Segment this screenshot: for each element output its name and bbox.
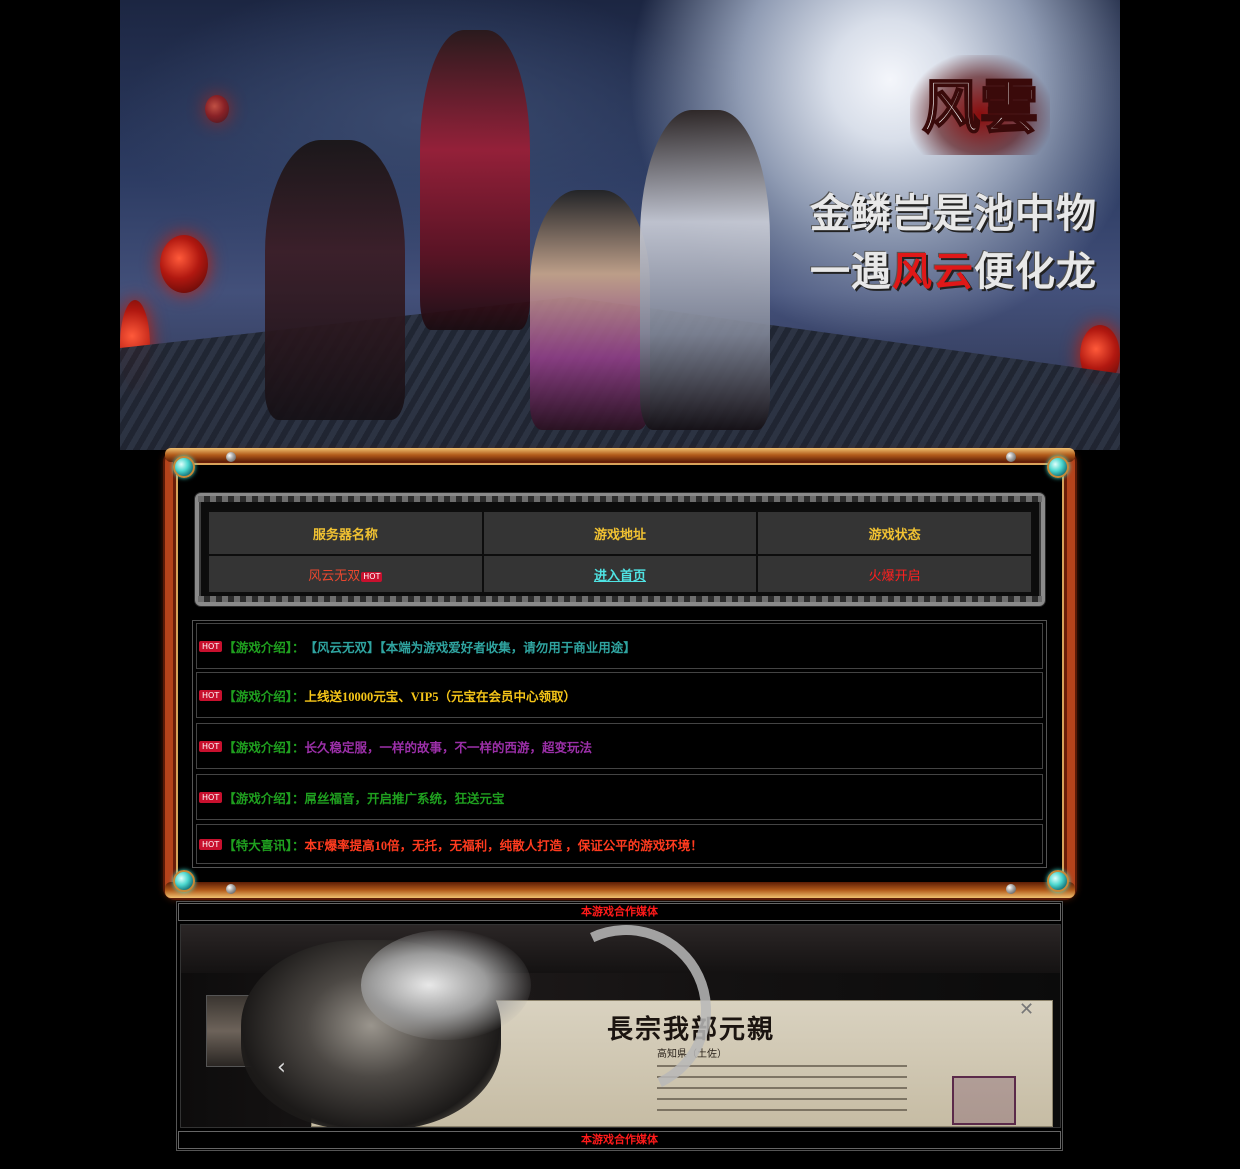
hero-figure-kneeling [530, 190, 650, 430]
gem-icon [173, 456, 195, 478]
news-tag: 【游戏介绍】： [223, 791, 305, 806]
hero-figure-red [420, 30, 530, 330]
hero-figure-left [265, 140, 405, 420]
news-text: 【风云无双】【本端为游戏爱好者收集，请勿用于商业用途】 [304, 640, 636, 655]
media-title-bottom: 本游戏合作媒体 [178, 1131, 1061, 1149]
news-text: 长久稳定服，一样的故事，不一样的西游，超变玩法 [304, 740, 592, 755]
server-status: 火爆开启 [868, 567, 921, 583]
panel-deco-top [198, 496, 1042, 502]
enter-homepage-link[interactable]: 进入首页 [594, 568, 646, 583]
news-text: 屌丝福音，开启推广系统，狂送元宝 [304, 791, 505, 806]
news-text: 本F爆率提高10倍，无托，无福利，纯散人打造 ，保证公平的游戏环境！ [304, 838, 703, 853]
hot-badge: HOT [199, 689, 223, 701]
banner-slogan: 金鳞岂是池中物 一遇风云便化龙 [810, 185, 1100, 301]
lantern-icon [160, 235, 208, 293]
gem-icon [1047, 456, 1069, 478]
hot-badge: HOT [199, 640, 223, 652]
news-tag: 【游戏介绍】： [223, 689, 305, 704]
server-status-cell: 火爆开启 [758, 556, 1031, 592]
header-server-name: 服务器名称 [209, 512, 482, 554]
news-tag: 【游戏介绍】： [223, 740, 305, 755]
stud-icon [226, 884, 236, 894]
stud-icon [1006, 452, 1016, 462]
server-table: 服务器名称 游戏地址 游戏状态 风云无双 HOT 进入首页 火爆开启 [207, 510, 1033, 594]
list-item: HOT 【游戏介绍】： 【风云无双】【本端为游戏爱好者收集，请勿用于商业用途】 [196, 623, 1043, 669]
list-item: HOT 【特大喜讯】： 本F爆率提高10倍，无托，无福利，纯散人打造 ，保证公平的游… [196, 824, 1043, 864]
close-icon[interactable]: ✕ [1019, 1001, 1034, 1019]
chevron-left-icon[interactable]: ‹ [277, 1055, 286, 1080]
hot-badge: HOT [199, 838, 223, 850]
list-item: HOT 【游戏介绍】： 长久稳定服，一样的故事，不一样的西游，超变玩法 [196, 723, 1043, 769]
list-item: HOT 【游戏介绍】： 上线送10000元宝、VIP5（元宝在会员中心领取） [196, 672, 1043, 718]
seal-icon [952, 1076, 1016, 1125]
server-table-header: 服务器名称 游戏地址 游戏状态 [209, 512, 1031, 554]
stud-icon [1006, 884, 1016, 894]
server-name: 风云无双 [308, 567, 361, 583]
header-game-status: 游戏状态 [758, 512, 1031, 554]
media-title-top: 本游戏合作媒体 [178, 903, 1061, 921]
game-logo: 风雲 [910, 55, 1050, 155]
stud-icon [226, 452, 236, 462]
news-text: 上线送10000元宝、VIP5（元宝在会员中心领取） [304, 689, 576, 704]
table-row: 风云无双 HOT 进入首页 火爆开启 [209, 556, 1031, 592]
ad-warrior-hair [361, 930, 531, 1040]
server-name-cell: 风云无双 HOT [209, 556, 482, 592]
slogan-line-2: 一遇风云便化龙 [810, 248, 1097, 295]
list-item: HOT 【游戏介绍】： 屌丝福音，开启推广系统，狂送元宝 [196, 774, 1043, 820]
hot-badge: HOT [361, 571, 383, 582]
slogan-line-1: 金鳞岂是池中物 [810, 190, 1097, 237]
server-link-cell: 进入首页 [483, 556, 757, 592]
panel-deco-bottom [198, 596, 1042, 602]
gem-icon [173, 870, 195, 892]
hero-banner: 风雲 金鳞岂是池中物 一遇风云便化龙 [120, 0, 1120, 450]
hot-badge: HOT [199, 791, 223, 803]
hot-badge: HOT [199, 740, 223, 752]
frame-top-rail [165, 448, 1075, 462]
lantern-icon [205, 95, 229, 123]
logo-text: 风雲 [922, 73, 1038, 141]
news-tag: 【游戏介绍】： [223, 640, 305, 655]
hero-figure-right [640, 110, 770, 430]
frame-bottom-rail [165, 882, 1075, 898]
news-tag: 【特大喜讯】： [223, 838, 305, 853]
partner-media-ad[interactable]: 長宗我部元親 高知県（土佐） ✕ ‹ [180, 924, 1061, 1128]
gem-icon [1047, 870, 1069, 892]
announcement-list: HOT 【游戏介绍】： 【风云无双】【本端为游戏爱好者收集，请勿用于商业用途】 HO… [192, 620, 1047, 868]
ad-card-text-lines [657, 1065, 907, 1120]
header-game-address: 游戏地址 [483, 512, 757, 554]
